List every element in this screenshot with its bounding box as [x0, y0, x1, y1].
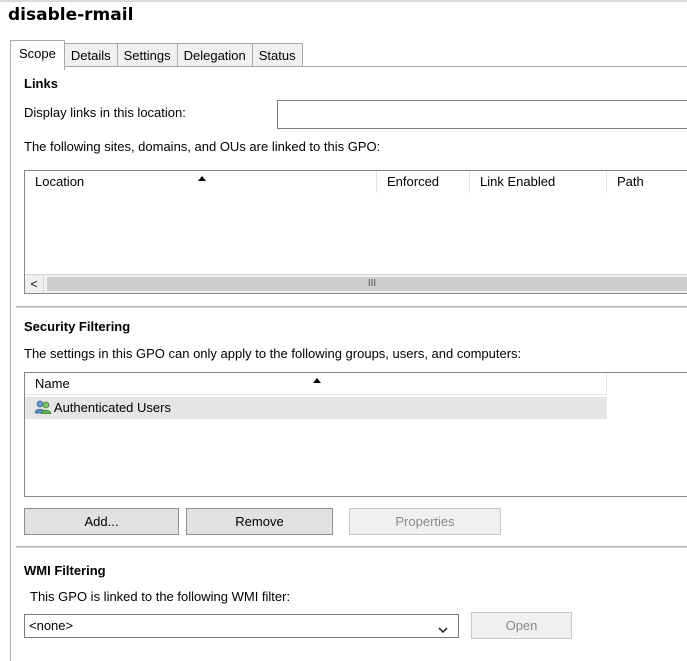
column-location-label: Location: [35, 174, 85, 189]
scroll-left-arrow-icon: <: [30, 277, 38, 291]
remove-button[interactable]: Remove: [186, 508, 333, 535]
security-filtering-list: Name Authenticated Users: [24, 372, 687, 497]
gpo-title: disable-rmail: [8, 5, 134, 25]
column-link-enabled-label: Link Enabled: [480, 174, 556, 189]
security-filtering-heading: Security Filtering: [24, 319, 131, 334]
tab-strip: Scope Details Settings Delegation Status: [10, 40, 303, 70]
display-links-location-input[interactable]: [277, 100, 687, 129]
list-item[interactable]: Authenticated Users: [25, 397, 607, 419]
sort-ascending-icon: [198, 176, 206, 181]
wmi-filtering-caption: This GPO is linked to the following WMI …: [30, 589, 291, 604]
add-button[interactable]: Add...: [24, 508, 179, 535]
scroll-thumb[interactable]: III: [47, 277, 687, 291]
column-path-label: Path: [617, 174, 644, 189]
security-filtering-caption: The settings in this GPO can only apply …: [24, 346, 522, 361]
chevron-down-icon: [438, 622, 448, 637]
wmi-filter-select[interactable]: <none>: [24, 614, 459, 638]
tab-scope[interactable]: Scope: [10, 40, 65, 70]
column-enforced-label: Enforced: [387, 174, 440, 189]
column-enforced[interactable]: Enforced: [377, 171, 470, 193]
wmi-filter-selected-value: <none>: [29, 618, 74, 633]
column-name-label: Name: [35, 376, 70, 391]
section-divider-1: [16, 306, 687, 308]
links-heading: Links: [24, 76, 58, 91]
properties-button[interactable]: Properties: [349, 508, 501, 535]
open-wmi-filter-button[interactable]: Open: [471, 612, 572, 639]
sort-ascending-icon: [313, 378, 321, 383]
list-item-label: Authenticated Users: [53, 400, 171, 415]
display-links-label: Display links in this location:: [24, 105, 186, 120]
scroll-thumb-grip-icon: III: [367, 278, 377, 289]
wmi-filtering-heading: WMI Filtering: [24, 563, 106, 578]
column-link-enabled[interactable]: Link Enabled: [470, 171, 607, 193]
user-group-icon: [34, 400, 52, 415]
title-underline: [0, 0, 687, 2]
links-horizontal-scrollbar[interactable]: < III: [25, 274, 687, 293]
column-path[interactable]: Path: [607, 171, 687, 193]
links-list-caption: The following sites, domains, and OUs ar…: [24, 139, 381, 154]
section-divider-2: [16, 546, 687, 548]
scroll-left-button[interactable]: <: [25, 275, 44, 293]
column-name[interactable]: Name: [25, 373, 607, 395]
scope-tab-panel: [10, 66, 687, 661]
column-location[interactable]: Location: [25, 171, 377, 193]
links-grid: Location Enforced Link Enabled Path < II…: [24, 170, 687, 294]
